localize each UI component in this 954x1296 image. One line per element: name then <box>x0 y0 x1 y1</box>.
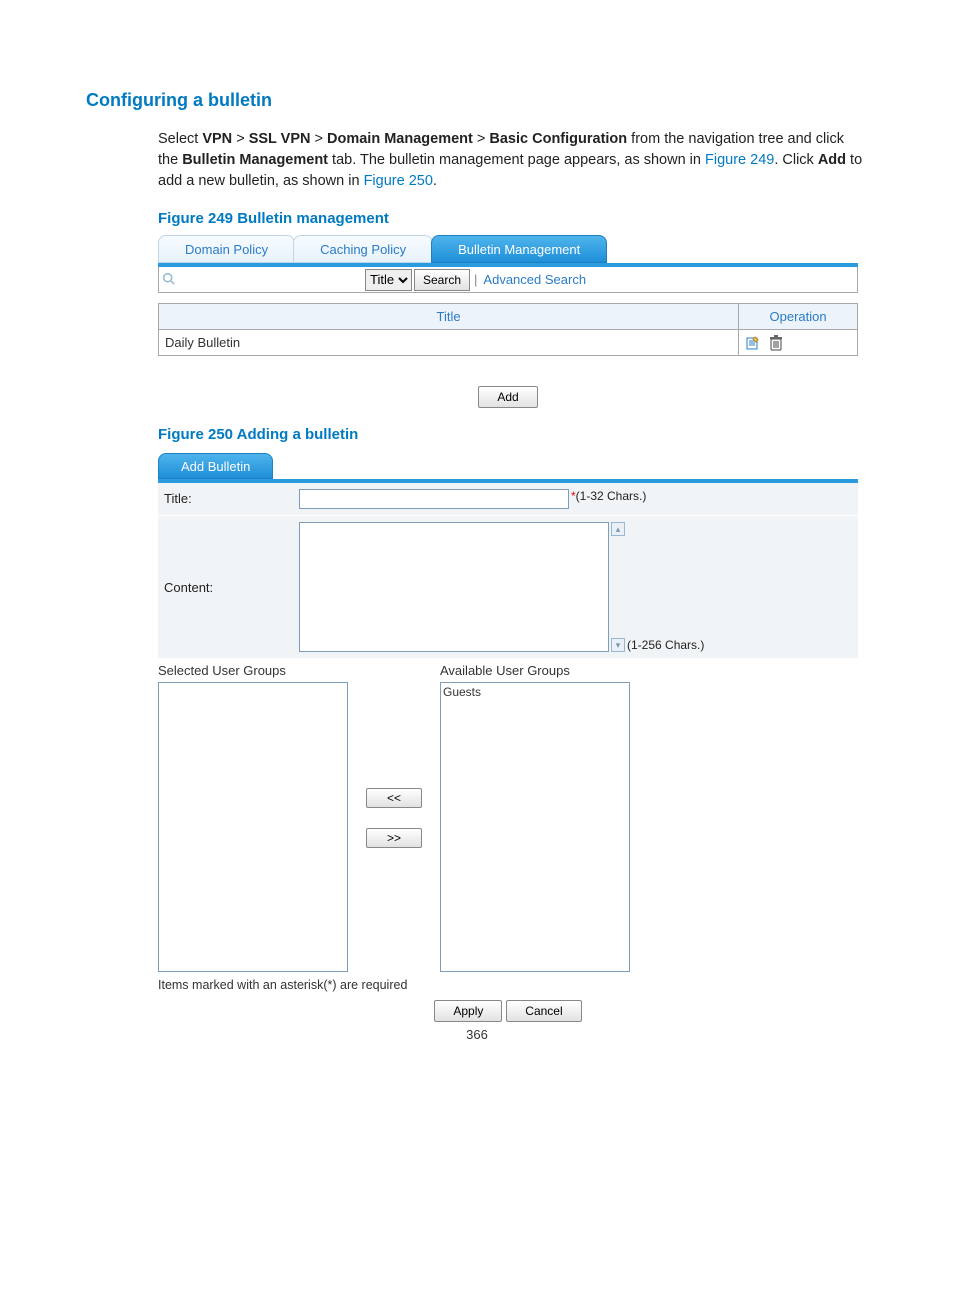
advanced-search-link[interactable]: Advanced Search <box>483 272 586 287</box>
tabs-row: Add Bulletin <box>158 449 858 479</box>
add-button[interactable]: Add <box>478 386 537 408</box>
text: > <box>232 131 249 147</box>
groups-row: Selected User Groups << >> Available Use… <box>158 659 858 972</box>
scroll-up-icon[interactable]: ▴ <box>611 522 625 536</box>
title-input[interactable] <box>299 489 569 509</box>
nav-domain: Domain Management <box>327 131 473 147</box>
content-textarea[interactable] <box>299 522 609 652</box>
search-input[interactable] <box>177 269 361 291</box>
text: . Click <box>774 152 818 168</box>
nav-sslvpn: SSL VPN <box>249 131 311 147</box>
cell-title: Daily Bulletin <box>159 330 739 356</box>
section-heading: Configuring a bulletin <box>86 90 868 111</box>
textarea-scroll: ▴ ▾ <box>611 522 625 652</box>
form-area: Title: *(1-32 Chars.) Content: ▴ ▾ (1-25… <box>158 479 858 659</box>
intro-paragraph: Select VPN > SSL VPN > Domain Management… <box>158 129 868 192</box>
figure-249: Domain Policy Caching Policy Bulletin Ma… <box>158 233 858 408</box>
text: > <box>473 131 490 147</box>
label-selected-groups: Selected User Groups <box>158 663 348 678</box>
text: tab. The bulletin management page appear… <box>328 152 705 168</box>
search-button[interactable]: Search <box>414 269 470 291</box>
page-number: 366 <box>0 1027 954 1042</box>
search-field-select[interactable]: Title <box>365 269 412 291</box>
apply-row: Apply Cancel <box>158 1000 858 1022</box>
figure-250-caption: Figure 250 Adding a bulletin <box>158 426 868 443</box>
add-bold: Add <box>818 152 846 168</box>
tab-name: Bulletin Management <box>182 152 328 168</box>
link-figure-249[interactable]: Figure 249 <box>705 152 774 168</box>
bulletin-table: Title Operation Daily Bulletin <box>158 303 858 356</box>
col-operation: Operation <box>739 304 858 330</box>
search-row: Title Search | Advanced Search <box>158 267 858 293</box>
cancel-button[interactable]: Cancel <box>506 1000 581 1022</box>
tab-bulletin-management[interactable]: Bulletin Management <box>431 235 607 263</box>
selected-groups-list[interactable] <box>158 682 348 972</box>
row-content: Content: ▴ ▾ (1-256 Chars.) <box>158 516 858 659</box>
tab-domain-policy[interactable]: Domain Policy <box>158 235 295 263</box>
figure-249-caption: Figure 249 Bulletin management <box>158 210 868 227</box>
available-groups-col: Available User Groups Guests <box>440 663 630 972</box>
available-groups-list[interactable]: Guests <box>440 682 630 972</box>
table-row: Daily Bulletin <box>159 330 858 356</box>
move-left-button[interactable]: << <box>366 788 422 808</box>
scroll-down-icon[interactable]: ▾ <box>611 638 625 652</box>
label-available-groups: Available User Groups <box>440 663 630 678</box>
text: . <box>433 173 437 189</box>
nav-vpn: VPN <box>202 131 232 147</box>
figure-250: Add Bulletin Title: *(1-32 Chars.) Conte… <box>158 449 858 1022</box>
tab-add-bulletin[interactable]: Add Bulletin <box>158 453 273 479</box>
edit-icon[interactable] <box>745 334 765 349</box>
title-hint: *(1-32 Chars.) <box>571 489 646 503</box>
link-figure-250[interactable]: Figure 250 <box>364 173 433 189</box>
required-note: Items marked with an asterisk(*) are req… <box>158 978 858 992</box>
text: > <box>310 131 327 147</box>
row-title: Title: *(1-32 Chars.) <box>158 483 858 516</box>
label-title: Title: <box>158 483 293 515</box>
label-content: Content: <box>158 572 293 603</box>
delete-icon[interactable] <box>769 334 783 349</box>
search-icon <box>159 272 177 288</box>
list-item[interactable]: Guests <box>443 685 627 699</box>
col-title: Title <box>159 304 739 330</box>
content-hint: (1-256 Chars.) <box>627 638 704 652</box>
move-right-button[interactable]: >> <box>366 828 422 848</box>
nav-basic: Basic Configuration <box>489 131 627 147</box>
cell-operation <box>739 330 858 356</box>
text: Select <box>158 131 202 147</box>
tab-caching-policy[interactable]: Caching Policy <box>293 235 433 263</box>
apply-button[interactable]: Apply <box>434 1000 502 1022</box>
selected-groups-col: Selected User Groups <box>158 663 348 972</box>
move-buttons: << >> <box>348 663 440 972</box>
tabs-row: Domain Policy Caching Policy Bulletin Ma… <box>158 233 858 263</box>
